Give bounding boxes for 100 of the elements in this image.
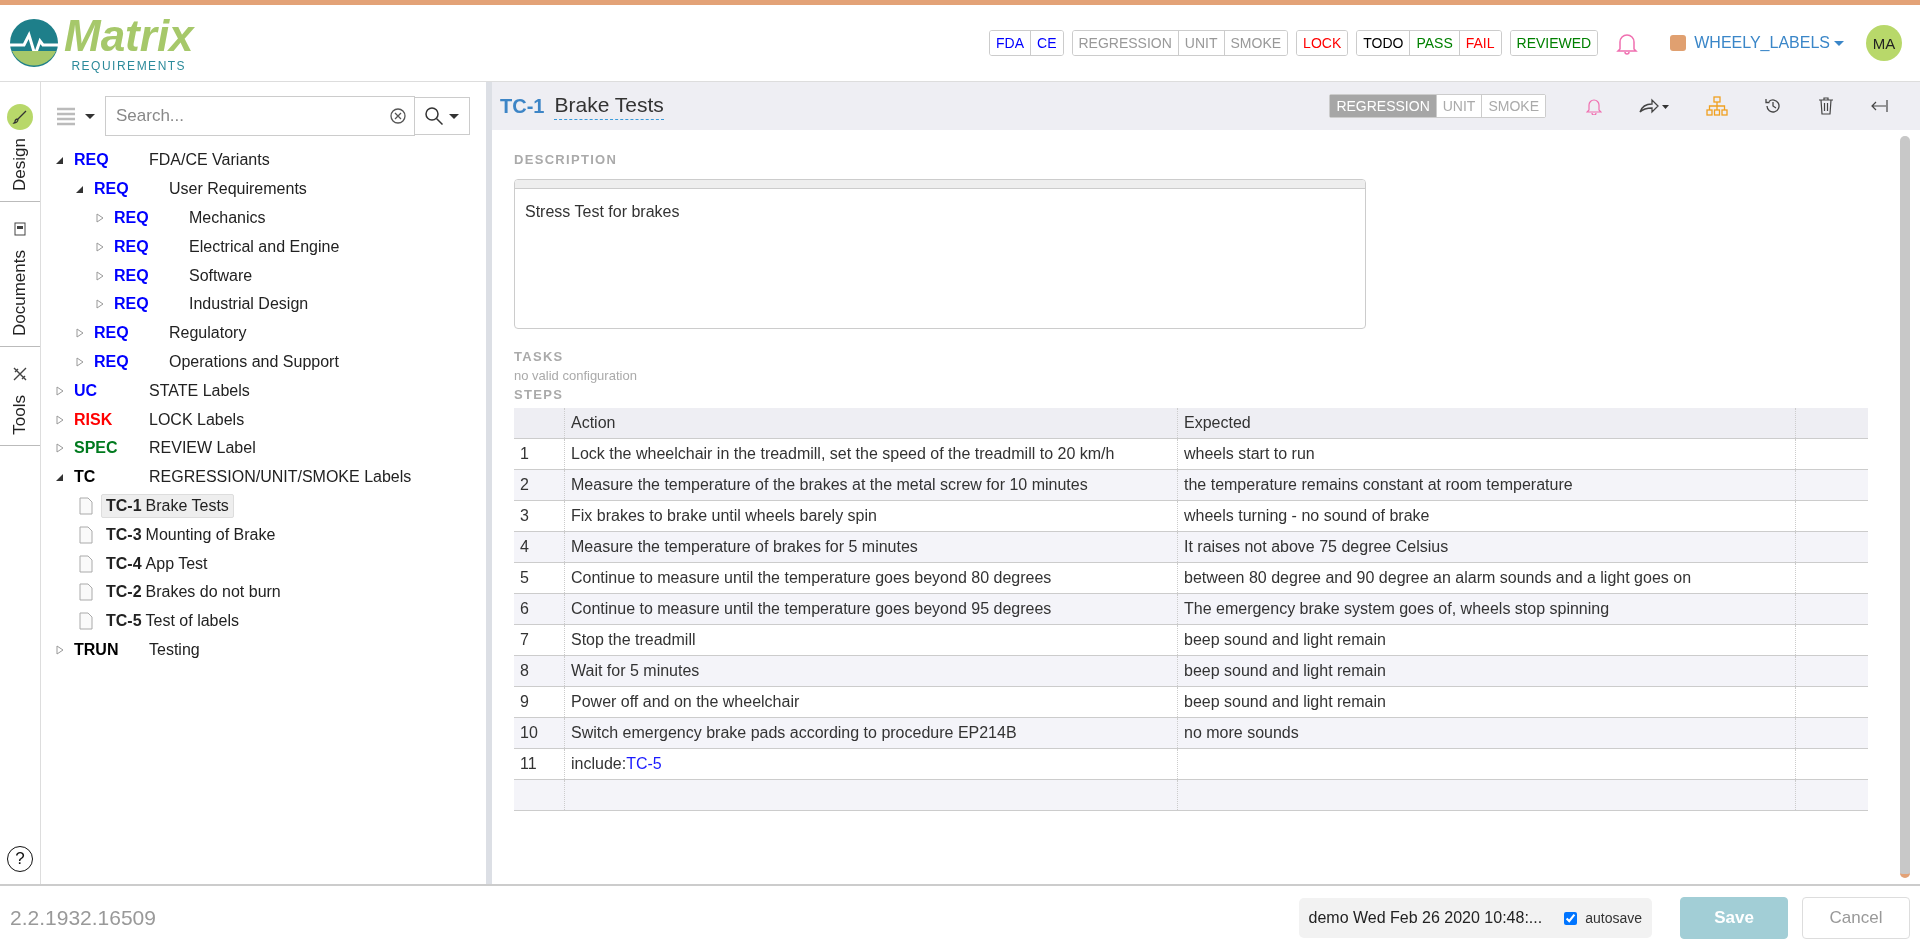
last-saved-text: demo Wed Feb 26 2020 10:48:... xyxy=(1308,909,1543,927)
collapsed-triangle-icon[interactable] xyxy=(75,356,85,367)
share-icon[interactable] xyxy=(1638,97,1670,115)
bell-icon[interactable] xyxy=(1616,31,1639,55)
user-avatar[interactable]: MA xyxy=(1866,25,1902,61)
tree-item[interactable]: TC-1 Brake Tests xyxy=(101,493,234,518)
collapsed-triangle-icon[interactable] xyxy=(55,443,65,454)
tree-folder[interactable]: TC REGRESSION/UNIT/SMOKE Labels xyxy=(74,468,412,487)
collapsed-triangle-icon[interactable] xyxy=(95,241,105,252)
tree-folder[interactable]: RISK LOCK Labels xyxy=(74,410,245,429)
table-cell: Stop the treadmill xyxy=(564,624,1178,656)
item-id: TC-1 xyxy=(500,94,545,118)
trash-icon[interactable] xyxy=(1818,97,1834,115)
tree-item[interactable]: TC-5 Test of labels xyxy=(101,609,244,634)
search-icon[interactable] xyxy=(415,97,470,135)
item-link[interactable]: TC-5 xyxy=(626,755,662,772)
collapsed-triangle-icon[interactable] xyxy=(75,328,85,339)
collapsed-triangle-icon[interactable] xyxy=(55,414,65,425)
section-heading: TASKS xyxy=(514,349,565,364)
document-icon xyxy=(79,525,93,544)
category-label: REQ xyxy=(74,151,110,170)
autosave-checkbox[interactable] xyxy=(1564,911,1578,925)
label-filter[interactable]: FAIL xyxy=(1458,31,1501,55)
tree-folder[interactable]: REQ Electrical and Engine xyxy=(114,237,340,256)
tree-folder[interactable]: REQ FDA/CE Variants xyxy=(74,151,270,170)
document-icon xyxy=(79,496,93,515)
collapsed-triangle-icon[interactable] xyxy=(95,213,105,223)
step-number: 2 xyxy=(514,469,565,501)
scrollbar-thumb[interactable] xyxy=(1900,136,1910,878)
folder-title: REVIEW Label xyxy=(149,439,256,458)
folder-title: Electrical and Engine xyxy=(189,237,340,256)
expanded-triangle-icon[interactable] xyxy=(55,155,65,166)
description-field[interactable]: Stress Test for brakes xyxy=(514,179,1366,329)
logo-tagline: REQUIREMENTS xyxy=(71,60,187,72)
tree-folder[interactable]: UC STATE Labels xyxy=(74,381,250,400)
side-tab[interactable]: Documents xyxy=(10,249,30,336)
search-box[interactable]: Search... xyxy=(105,96,415,136)
table-cell: include:TC-5 xyxy=(564,748,1178,780)
folder-title: Operations and Support xyxy=(169,352,339,371)
tree-item[interactable]: TC-4 App Test xyxy=(101,551,213,576)
document-icon xyxy=(79,554,93,573)
table-cell: between 80 degree and 90 degree an alarm sounds and a light goes on xyxy=(1177,562,1796,594)
brush-icon[interactable] xyxy=(7,104,33,130)
folder-title: REGRESSION/UNIT/SMOKE Labels xyxy=(149,468,412,487)
folder-title: Regulatory xyxy=(169,324,247,343)
section-heading: DESCRIPTION xyxy=(514,152,619,167)
expanded-triangle-icon[interactable] xyxy=(75,184,85,195)
label-filter[interactable]: REVIEWED xyxy=(1510,31,1598,55)
step-number: 6 xyxy=(514,593,565,625)
collapsed-triangle-icon[interactable] xyxy=(95,270,105,281)
column-header: Expected xyxy=(1177,408,1796,439)
document-icon xyxy=(79,612,93,631)
tree-folder[interactable]: TRUN Testing xyxy=(74,640,200,659)
side-tab[interactable]: Tools xyxy=(10,394,30,435)
table-cell: Continue to measure until the temperature goes beyond 95 degrees xyxy=(564,593,1178,625)
category-label: TRUN xyxy=(74,640,120,659)
collapsed-triangle-icon[interactable] xyxy=(55,385,65,396)
tree-item[interactable]: TC-2 Brakes do not burn xyxy=(101,580,286,605)
table-cell: Wait for 5 minutes xyxy=(564,655,1178,687)
clear-icon[interactable] xyxy=(390,108,406,124)
side-tab[interactable]: Design xyxy=(10,138,30,191)
step-number: 3 xyxy=(514,500,565,532)
category-label: REQ xyxy=(114,295,150,314)
category-label: TC xyxy=(74,468,97,487)
step-number: 8 xyxy=(514,655,565,687)
tree-folder[interactable]: REQ Mechanics xyxy=(114,209,266,227)
help-button[interactable]: ? xyxy=(7,846,33,872)
collapse-panel-icon[interactable] xyxy=(1870,99,1888,113)
item-title[interactable]: Brake Tests xyxy=(554,92,664,120)
history-icon[interactable] xyxy=(1764,97,1782,115)
project-dropdown[interactable]: WHEELY_LABELS xyxy=(1694,34,1844,52)
folder-title: Software xyxy=(189,266,253,285)
section-heading: STEPS xyxy=(514,387,565,402)
tree-folder[interactable]: SPEC REVIEW Label xyxy=(74,439,256,458)
hierarchy-icon[interactable] xyxy=(1706,96,1728,116)
expanded-triangle-icon[interactable] xyxy=(55,472,65,483)
step-number: 11 xyxy=(514,748,565,780)
label-filter[interactable]: LOCK xyxy=(1297,31,1348,55)
folder-title: Industrial Design xyxy=(189,295,309,314)
folder-title: LOCK Labels xyxy=(149,410,245,429)
category-label: SPEC xyxy=(74,439,119,458)
tree-folder[interactable]: REQ User Requirements xyxy=(94,180,307,199)
step-number: 9 xyxy=(514,686,565,718)
step-number: 5 xyxy=(514,562,565,594)
tree-folder[interactable]: REQ Operations and Support xyxy=(94,352,339,371)
tasks-note: no valid configuration xyxy=(514,368,638,383)
step-number: 1 xyxy=(514,438,565,470)
collapsed-triangle-icon[interactable] xyxy=(95,299,105,310)
table-cell: It raises not above 75 degree Celsius xyxy=(1177,531,1796,563)
tree-folder[interactable]: REQ Regulatory xyxy=(94,324,247,343)
tree-folder[interactable]: REQ Industrial Design xyxy=(114,295,309,314)
table-cell: The emergency brake system goes of, wheels stop spinning xyxy=(1177,593,1796,625)
label-filter[interactable]: CE xyxy=(1030,31,1063,55)
tree-folder[interactable]: REQ Software xyxy=(114,266,253,285)
bell-icon[interactable] xyxy=(1586,97,1602,115)
category-label: REQ xyxy=(114,266,150,285)
collapsed-triangle-icon[interactable] xyxy=(55,644,65,655)
tree-item[interactable]: TC-3 Mounting of Brake xyxy=(101,522,281,547)
column-header: Action xyxy=(564,408,1178,439)
version-text: 2.2.1932.16509 xyxy=(10,906,156,930)
